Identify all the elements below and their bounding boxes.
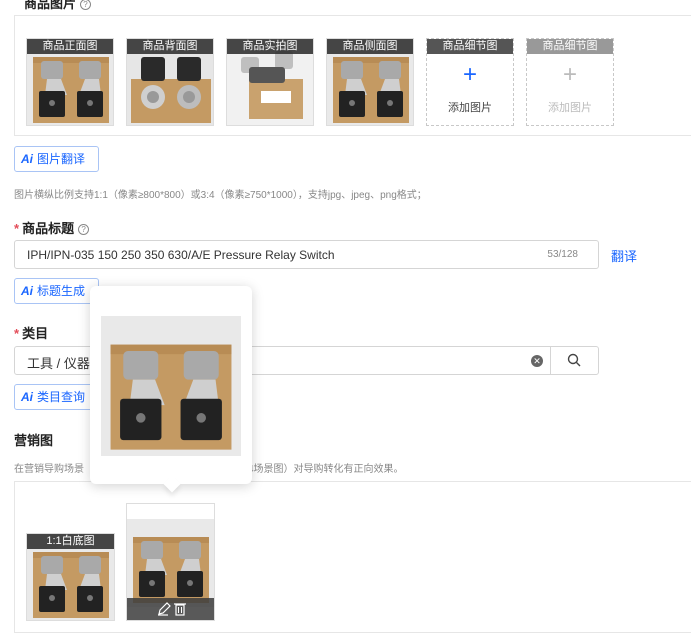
plus-icon: + (562, 61, 577, 88)
image-tag: 商品细节图 (527, 39, 613, 54)
category-value: 工具 / 仪器 (27, 356, 90, 371)
title-translate-link[interactable]: 翻译 (611, 246, 637, 265)
clear-icon[interactable]: ✕ (531, 355, 543, 367)
image-gallery: 商品正面图 商品背面图 商品实拍图 商品侧面图 商品细节图 + 添加图片 商品细… (14, 15, 691, 136)
product-image-real[interactable]: 商品实拍图 (226, 38, 314, 126)
button-label: 图片翻译 (37, 152, 86, 166)
ai-icon: Ai (21, 152, 33, 166)
image-preview-popover (90, 286, 252, 493)
marketing-image-hover[interactable] (126, 503, 215, 621)
image-tag: 商品正面图 (27, 39, 113, 54)
white-bg-image[interactable]: 1:1白底图 (26, 533, 115, 621)
image-tag: 商品侧面图 (327, 39, 413, 54)
image-tag: 商品背面图 (127, 39, 213, 54)
image-tag: 商品实拍图 (227, 39, 313, 54)
title-value: IPH/IPN-035 150 250 350 630/A/E Pressure… (27, 248, 335, 262)
preview-image (101, 316, 241, 456)
category-query-button[interactable]: Ai 类目查询 (14, 384, 99, 410)
image-action-bar (127, 598, 214, 620)
question-icon[interactable]: ? (80, 0, 92, 10)
search-icon (567, 353, 581, 367)
product-image-back[interactable]: 商品背面图 (126, 38, 214, 126)
action-icons (158, 602, 186, 616)
trash-icon[interactable] (174, 603, 186, 616)
product-image-front[interactable]: 商品正面图 (26, 38, 114, 126)
marketing-hint-right: 4场景图）对导购转化有正向效果。 (248, 464, 404, 475)
image-tag: 商品细节图 (427, 39, 513, 54)
title-section-label: * 商品标题? (14, 218, 90, 237)
button-label: 标题生成 (37, 284, 86, 298)
add-image-label: 添加图片 (448, 102, 492, 114)
plus-icon: + (462, 61, 477, 88)
edit-icon[interactable] (158, 602, 171, 616)
images-section-title: 商品图片? (24, 0, 92, 12)
marketing-hint-left: 在营销导购场景 (14, 464, 84, 475)
image-tag: 1:1白底图 (27, 534, 114, 549)
ai-icon: Ai (21, 284, 33, 298)
image-translate-button[interactable]: Ai 图片翻译 (14, 146, 99, 172)
image-format-hint: 图片横纵比例支持1:1（像素≥800*800）或3:4（像素≥750*1000）… (14, 190, 427, 201)
product-photo-image (127, 519, 214, 607)
button-label: 类目查询 (37, 390, 86, 404)
product-title-input[interactable]: IPH/IPN-035 150 250 350 630/A/E Pressure… (14, 240, 599, 269)
marketing-section-label: 营销图 (14, 433, 54, 448)
marketing-image-box (14, 481, 691, 633)
add-detail-image-slot-disabled: 商品细节图 + 添加图片 (526, 38, 614, 126)
category-search-button[interactable] (550, 346, 599, 375)
title-generate-button[interactable]: Ai 标题生成 (14, 278, 99, 304)
add-detail-image-slot[interactable]: 商品细节图 + 添加图片 (426, 38, 514, 126)
add-image-label: 添加图片 (548, 102, 592, 114)
char-count: 53/128 (547, 249, 578, 260)
product-image-side[interactable]: 商品侧面图 (326, 38, 414, 126)
question-icon[interactable]: ? (78, 224, 90, 235)
ai-icon: Ai (21, 390, 33, 404)
category-section-label: * 类目 (14, 326, 49, 341)
